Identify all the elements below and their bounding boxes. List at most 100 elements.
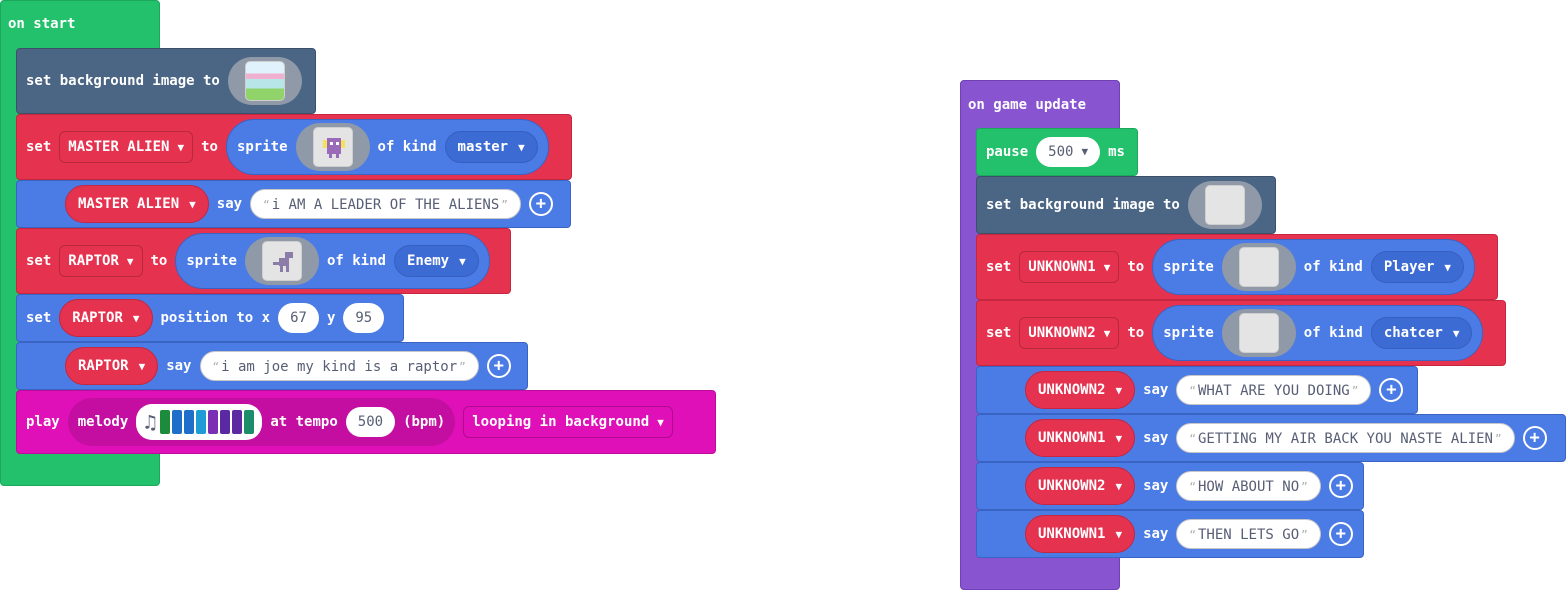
unknown2-say-block[interactable]: UNKNOWN2 ▼ say HOW ABOUT NO + bbox=[976, 462, 1364, 510]
set-background-block[interactable]: set background image to bbox=[16, 48, 316, 114]
sprite-image-picker[interactable] bbox=[244, 237, 319, 285]
kind-dropdown[interactable]: chatcer ▼ bbox=[1370, 317, 1473, 349]
kind-value: Player bbox=[1383, 259, 1435, 275]
unknown1-say-block[interactable]: UNKNOWN1 ▼ say THEN LETS GO + bbox=[976, 510, 1364, 558]
say-text-input[interactable]: THEN LETS GO bbox=[1176, 519, 1321, 549]
melody-editor[interactable]: ♫ bbox=[136, 404, 263, 440]
pause-block[interactable]: pause 500 ▼ ms bbox=[976, 128, 1138, 176]
chevron-down-icon: ▼ bbox=[1081, 145, 1089, 158]
say-text-input[interactable]: WHAT ARE YOU DOING bbox=[1176, 375, 1372, 405]
ms-unit: ms bbox=[1108, 144, 1125, 160]
set-keyword: set bbox=[26, 253, 52, 269]
kind-dropdown[interactable]: master ▼ bbox=[444, 131, 538, 163]
of-kind-keyword: of kind bbox=[1303, 259, 1363, 275]
sprite-image-picker[interactable] bbox=[1221, 309, 1296, 357]
melody-note-cell bbox=[232, 410, 243, 434]
sprite-of-kind-block[interactable]: sprite of kind master ▼ bbox=[225, 119, 549, 175]
set-background-block[interactable]: set background image to bbox=[976, 176, 1276, 234]
variable-name: UNKNOWN1 bbox=[1038, 526, 1106, 542]
say-text-input[interactable]: GETTING MY AIR BACK YOU NASTE ALIEN bbox=[1176, 423, 1515, 453]
set-raptor-position-block[interactable]: set RAPTOR ▼ position to x 67 y 95 bbox=[16, 294, 404, 342]
background-image-picker[interactable] bbox=[1187, 181, 1262, 229]
add-parameter-icon[interactable]: + bbox=[486, 354, 511, 378]
set-raptor-block[interactable]: set RAPTOR ▼ to sprite of kind Enemy ▼ bbox=[16, 228, 511, 294]
pause-duration-dropdown[interactable]: 500 ▼ bbox=[1036, 137, 1101, 167]
add-parameter-icon[interactable]: + bbox=[1522, 426, 1547, 450]
unknown1-variable-dropdown[interactable]: UNKNOWN1 ▼ bbox=[1019, 251, 1120, 283]
variable-name: UNKNOWN2 bbox=[1028, 325, 1096, 341]
raptor-variable-pill[interactable]: RAPTOR ▼ bbox=[65, 347, 159, 385]
say-keyword: say bbox=[1143, 526, 1169, 542]
set-master-alien-block[interactable]: set MASTER ALIEN ▼ to sprite of kind mas… bbox=[16, 114, 572, 180]
to-keyword: to bbox=[150, 253, 168, 269]
add-parameter-icon[interactable]: + bbox=[1328, 522, 1353, 546]
y-value-input[interactable]: 95 bbox=[343, 303, 385, 333]
of-kind-keyword: of kind bbox=[377, 139, 437, 155]
unknown2-say-block[interactable]: UNKNOWN2 ▼ say WHAT ARE YOU DOING + bbox=[976, 366, 1418, 414]
kind-value: chatcer bbox=[1383, 325, 1443, 341]
playback-mode-dropdown[interactable]: looping in background ▼ bbox=[463, 406, 673, 438]
raptor-variable-pill[interactable]: RAPTOR ▼ bbox=[59, 299, 153, 337]
set-background-label: set background image to bbox=[986, 197, 1180, 213]
say-keyword: say bbox=[216, 196, 243, 212]
melody-keyword: melody bbox=[77, 414, 129, 430]
chevron-down-icon: ▼ bbox=[1115, 479, 1123, 493]
variable-name: MASTER ALIEN bbox=[68, 139, 170, 155]
add-parameter-icon[interactable]: + bbox=[1379, 378, 1404, 402]
kind-value: master bbox=[457, 139, 509, 155]
tempo-input[interactable]: 500 bbox=[345, 407, 396, 437]
kind-dropdown[interactable]: Player ▼ bbox=[1370, 251, 1465, 283]
on-start-label: on start bbox=[8, 16, 76, 32]
say-text-input[interactable]: HOW ABOUT NO bbox=[1176, 471, 1321, 501]
add-parameter-icon[interactable]: + bbox=[528, 192, 553, 216]
unknown2-variable-pill[interactable]: UNKNOWN2 ▼ bbox=[1025, 371, 1136, 409]
melody-block[interactable]: melody ♫ at tempo 500 (bpm) bbox=[67, 398, 456, 446]
melody-note-cell bbox=[208, 410, 219, 434]
unknown1-say-block[interactable]: UNKNOWN1 ▼ say GETTING MY AIR BACK YOU N… bbox=[976, 414, 1566, 462]
set-unknown1-block[interactable]: set UNKNOWN1 ▼ to sprite of kind Player … bbox=[976, 234, 1498, 300]
say-keyword: say bbox=[166, 358, 192, 374]
set-unknown2-block[interactable]: set UNKNOWN2 ▼ to sprite of kind chatcer… bbox=[976, 300, 1506, 366]
empty-image-icon bbox=[1204, 185, 1245, 225]
say-text-input[interactable]: i am joe my kind is a raptor bbox=[199, 351, 479, 381]
sprite-of-kind-block[interactable]: sprite of kind Player ▼ bbox=[1152, 239, 1476, 295]
add-parameter-icon[interactable]: + bbox=[1328, 474, 1353, 498]
unknown2-variable-pill[interactable]: UNKNOWN2 ▼ bbox=[1025, 467, 1136, 505]
master-alien-say-block[interactable]: MASTER ALIEN ▼ say i AM A LEADER OF THE … bbox=[16, 180, 571, 228]
set-keyword: set bbox=[986, 259, 1012, 275]
background-image-picker[interactable] bbox=[227, 57, 302, 105]
chevron-down-icon: ▼ bbox=[189, 197, 196, 211]
chevron-down-icon: ▼ bbox=[126, 254, 134, 268]
chevron-down-icon: ▼ bbox=[1444, 260, 1452, 274]
variable-name: UNKNOWN2 bbox=[1038, 478, 1106, 494]
sprite-image-picker[interactable] bbox=[1221, 243, 1296, 291]
raptor-say-block[interactable]: RAPTOR ▼ say i am joe my kind is a rapto… bbox=[16, 342, 528, 390]
set-keyword: set bbox=[986, 325, 1012, 341]
master-alien-variable-pill[interactable]: MASTER ALIEN ▼ bbox=[65, 185, 209, 223]
to-keyword: to bbox=[1127, 259, 1145, 275]
variable-name: UNKNOWN2 bbox=[1038, 382, 1106, 398]
play-melody-block[interactable]: play melody ♫ at tempo 500 (bpm) looping… bbox=[16, 390, 716, 454]
raptor-variable-dropdown[interactable]: RAPTOR ▼ bbox=[59, 245, 143, 277]
variable-name: RAPTOR bbox=[72, 310, 123, 326]
master-alien-variable-dropdown[interactable]: MASTER ALIEN ▼ bbox=[59, 131, 194, 163]
sprite-keyword: sprite bbox=[1163, 259, 1214, 275]
sprite-of-kind-block[interactable]: sprite of kind chatcer ▼ bbox=[1152, 305, 1484, 361]
unknown1-variable-pill[interactable]: UNKNOWN1 ▼ bbox=[1025, 419, 1136, 457]
x-value-input[interactable]: 67 bbox=[278, 303, 319, 333]
chevron-down-icon: ▼ bbox=[657, 415, 664, 429]
unknown1-variable-pill[interactable]: UNKNOWN1 ▼ bbox=[1025, 515, 1136, 553]
alien-sprite-icon bbox=[312, 127, 353, 167]
set-keyword: set bbox=[26, 139, 52, 155]
melody-note-cell bbox=[172, 410, 183, 434]
empty-image-icon bbox=[1238, 247, 1279, 287]
variable-name: RAPTOR bbox=[78, 358, 129, 374]
sprite-image-picker[interactable] bbox=[295, 123, 370, 171]
kind-dropdown[interactable]: Enemy ▼ bbox=[393, 245, 479, 277]
sprite-keyword: sprite bbox=[186, 253, 237, 269]
sprite-of-kind-block[interactable]: sprite of kind Enemy ▼ bbox=[175, 233, 490, 289]
playback-mode-value: looping in background bbox=[472, 414, 650, 430]
y-keyword: y bbox=[326, 310, 336, 326]
say-text-input[interactable]: i AM A LEADER OF THE ALIENS bbox=[250, 189, 521, 219]
unknown2-variable-dropdown[interactable]: UNKNOWN2 ▼ bbox=[1019, 317, 1120, 349]
